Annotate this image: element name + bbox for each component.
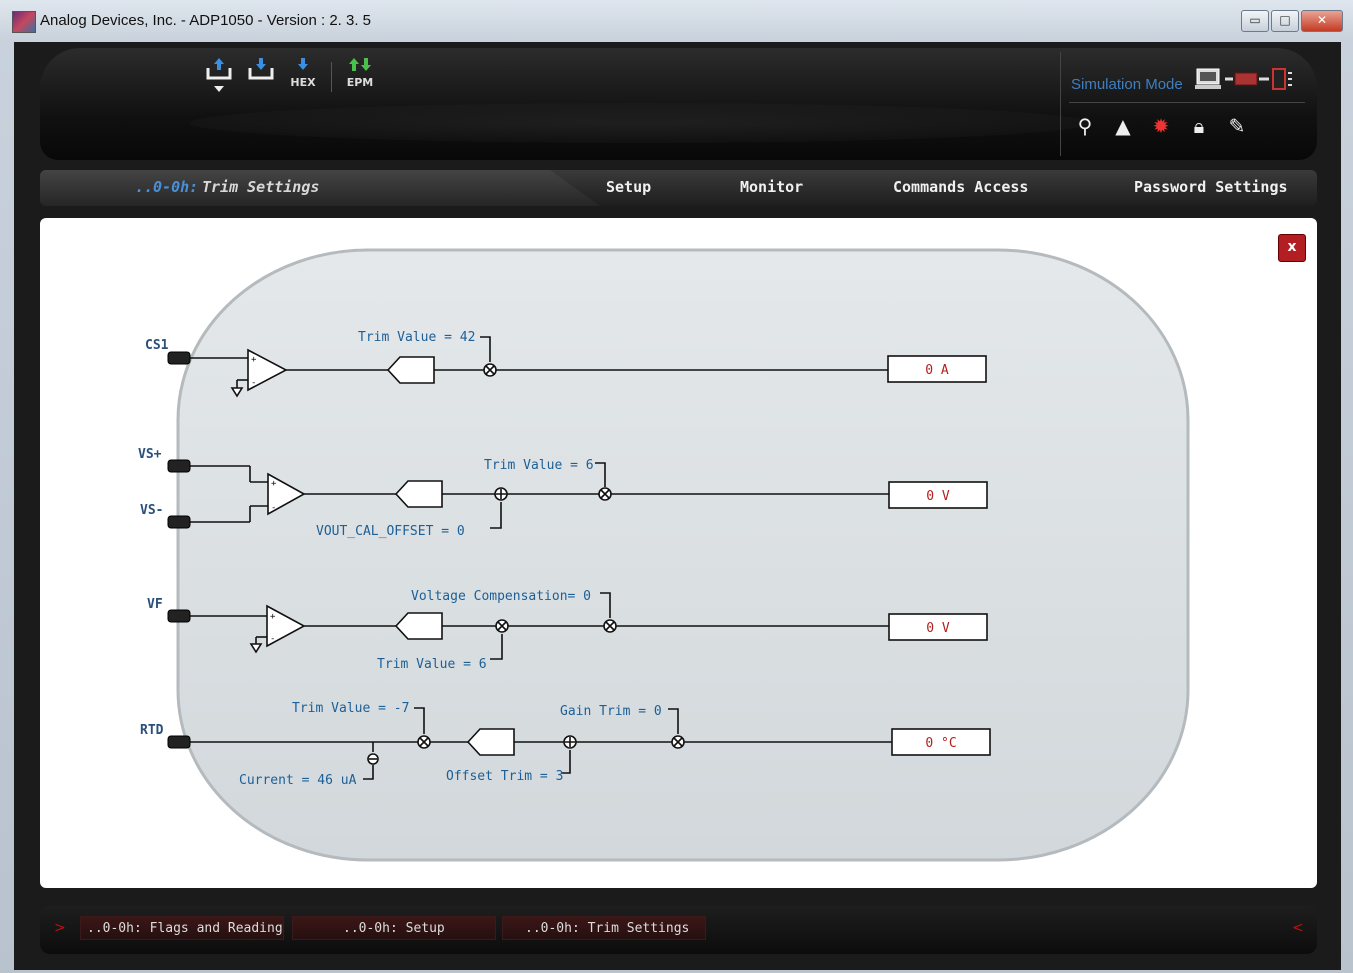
offset-trim[interactable]: Offset Trim = 3: [446, 769, 563, 784]
cs1-label: CS1: [145, 338, 169, 353]
rtd-output-value: 0 °C: [925, 736, 956, 751]
vf-label: VF: [147, 597, 163, 612]
open-tab-trim-settings[interactable]: ..0-0h: Trim Settings: [502, 916, 706, 940]
vout-cal-offset[interactable]: VOUT_CAL_OFFSET = 0: [316, 524, 465, 539]
voltage-compensation[interactable]: Voltage Compensation= 0: [411, 589, 591, 604]
svg-text:+: +: [270, 612, 276, 622]
svg-text:-: -: [251, 378, 256, 388]
svg-text:+: +: [251, 355, 257, 365]
cs1-output-value: 0 A: [925, 363, 949, 378]
svg-text:-: -: [270, 634, 275, 644]
scroll-left-arrow[interactable]: >: [54, 920, 66, 936]
vf-pin: [167, 609, 191, 623]
rtd-label: RTD: [140, 723, 164, 738]
open-tab-flags[interactable]: ..0-0h: Flags and Readings: [80, 916, 284, 940]
cs1-trim-value[interactable]: Trim Value = 42: [358, 330, 475, 345]
gain-trim[interactable]: Gain Trim = 0: [560, 704, 662, 719]
rtd-pin: [167, 735, 191, 749]
application-window: Analog Devices, Inc. - ADP1050 - Version…: [0, 0, 1353, 973]
svg-text:-: -: [271, 503, 276, 513]
trim-diagram: + - + - + - CS1 VS+ VS- VF RTD Trim Value =…: [138, 248, 1190, 862]
open-tab-setup[interactable]: ..0-0h: Setup: [292, 916, 496, 940]
status-bar: > ..0-0h: Flags and Readings ..0-0h: Set…: [40, 906, 1317, 954]
rtd-current[interactable]: Current = 46 uA: [239, 773, 357, 788]
vs-minus-label: VS-: [140, 503, 163, 518]
vs-plus-label: VS+: [138, 447, 162, 462]
vs-minus-pin: [167, 515, 191, 529]
cs1-pin: [167, 351, 191, 365]
diagram-panel: [176, 248, 1190, 862]
vf-trim-value[interactable]: Trim Value = 6: [377, 657, 487, 672]
vs-output-value: 0 V: [926, 489, 950, 504]
vf-output-value: 0 V: [926, 621, 950, 636]
rtd-trim-value[interactable]: Trim Value = -7: [292, 701, 409, 716]
vs-plus-pin: [167, 459, 191, 473]
svg-text:+: +: [271, 479, 277, 489]
scroll-right-arrow[interactable]: <: [1292, 920, 1304, 936]
vs-trim-value[interactable]: Trim Value = 6: [484, 458, 594, 473]
